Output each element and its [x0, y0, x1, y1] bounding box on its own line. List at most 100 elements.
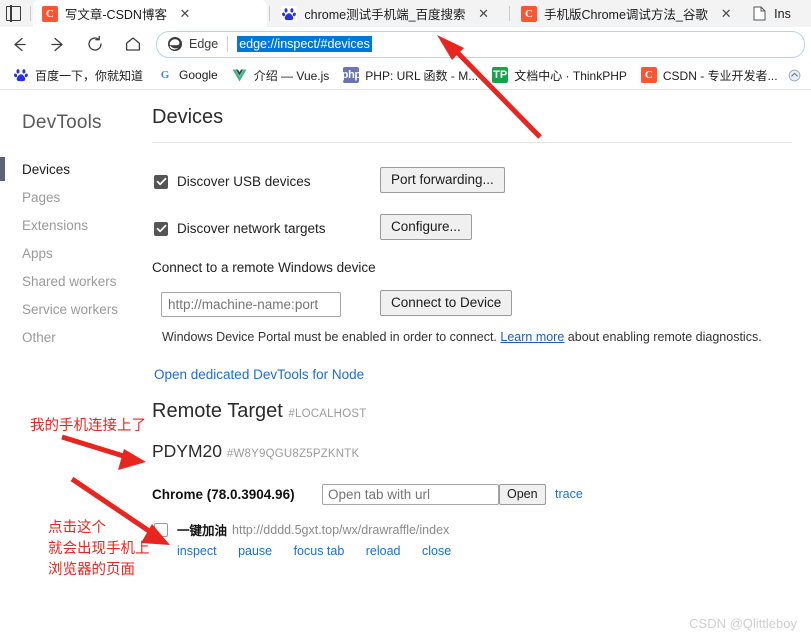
bookmark-label: 文档中心 · ThinkPHP — [514, 68, 627, 83]
bookmarks-bar: 百度一下，你就知道 G Google 介绍 — Vue.js php PHP: … — [0, 61, 811, 90]
remote-target-title: Remote Target — [152, 400, 283, 422]
sidebar-item-label: Service workers — [22, 301, 119, 317]
thinkphp-icon: TP — [492, 67, 509, 83]
reload-button[interactable] — [76, 29, 114, 59]
checkbox-checked-icon[interactable] — [154, 174, 168, 189]
sidebar-item-extensions[interactable]: Extensions — [0, 211, 150, 239]
forward-button[interactable] — [38, 29, 76, 59]
page-title: Devices — [152, 106, 224, 128]
sidebar-item-label: Apps — [22, 245, 53, 261]
sidebar-item-pages[interactable]: Pages — [0, 183, 150, 211]
sidebar-item-devices[interactable]: Devices — [0, 155, 150, 183]
checkbox-checked-icon[interactable] — [154, 221, 168, 236]
close-link[interactable]: close — [422, 544, 451, 558]
vue-icon — [232, 67, 248, 83]
tab-2[interactable]: C 手机版Chrome调试方法_谷歌浏 ✕ — [512, 0, 739, 27]
address-bar-url[interactable]: edge://inspect/#devices — [237, 36, 372, 52]
device-hash: #W8Y9QGU8Z5PZKNTK — [226, 448, 360, 460]
machine-name-input[interactable] — [161, 292, 341, 317]
device-portal-note: Windows Device Portal must be enabled in… — [162, 330, 762, 344]
remote-target-hash: #LOCALHOST — [288, 408, 367, 420]
open-tab-url-input[interactable] — [322, 484, 499, 505]
browser-window: C 写文章-CSDN博客 ✕ chrome测试手机端_百度搜索 ✕ C 手机版C… — [0, 0, 811, 643]
sidebar-item-apps[interactable]: Apps — [0, 239, 150, 267]
inspect-link[interactable]: inspect — [177, 544, 217, 558]
bookmark-label: PHP: URL 函数 - M... — [365, 68, 479, 83]
tab-list-icon — [6, 5, 22, 22]
sidebar-item-label: Extensions — [22, 217, 89, 233]
sidebar-item-shared-workers[interactable]: Shared workers — [0, 267, 150, 295]
tab-divider — [509, 6, 510, 21]
bookmark-item-partial[interactable] — [785, 63, 811, 87]
configure-button[interactable]: Configure... — [380, 214, 472, 240]
bookmark-label: 介绍 — Vue.js — [253, 68, 330, 83]
google-icon: G — [160, 69, 170, 81]
bookmark-label: CSDN - 专业开发者... — [662, 68, 778, 83]
discover-usb-label: Discover USB devices — [177, 174, 311, 189]
tab-close-button[interactable]: ✕ — [176, 5, 194, 23]
open-node-devtools-link[interactable]: Open dedicated DevTools for Node — [154, 367, 364, 382]
annotation-device-connected: 我的手机连接上了 — [30, 418, 146, 434]
sidebar-nav-list: Devices Pages Extensions Apps Shared wor… — [0, 155, 150, 351]
home-button[interactable] — [114, 29, 152, 59]
bookmark-item[interactable]: G Google — [150, 63, 225, 87]
open-tab-button[interactable]: Open — [499, 484, 546, 505]
learn-more-link[interactable]: Learn more — [500, 330, 564, 344]
bookmark-label: 百度一下，你就知道 — [35, 68, 144, 83]
sidebar-item-label: Other — [22, 329, 56, 345]
watermark: CSDN @Qlittleboy — [689, 616, 797, 631]
tab-title: chrome测试手机端_百度搜索 — [304, 8, 466, 22]
target-actions: inspect pause focus tab reload close — [177, 542, 468, 560]
tab-close-button[interactable]: ✕ — [717, 5, 735, 23]
address-bar-divider — [227, 36, 229, 52]
bookmark-item[interactable]: C CSDN - 专业开发者... — [634, 63, 785, 87]
baidu-icon — [281, 5, 298, 22]
sidebar-item-service-workers[interactable]: Service workers — [0, 295, 150, 323]
tab-title: 写文章-CSDN博客 — [64, 8, 167, 22]
discover-usb-row[interactable]: Discover USB devices — [154, 174, 311, 189]
back-button[interactable] — [0, 29, 38, 59]
trace-link[interactable]: trace — [555, 487, 583, 501]
device-portal-note-after: about enabling remote diagnostics. — [564, 330, 762, 344]
tab-list-button[interactable] — [0, 0, 28, 27]
discover-network-label: Discover network targets — [177, 221, 326, 236]
pause-link[interactable]: pause — [238, 544, 272, 558]
edge-logo-icon — [167, 36, 183, 52]
port-forwarding-button[interactable]: Port forwarding... — [380, 167, 505, 193]
partial-bookmark-icon — [787, 67, 803, 83]
csdn-icon: C — [41, 5, 58, 22]
tab-title: 手机版Chrome调试方法_谷歌浏 — [543, 8, 709, 22]
tab-3[interactable]: Ins — [739, 0, 811, 27]
device-heading: PDYM20 #W8Y9QGU8Z5PZKNTK — [152, 441, 359, 462]
target-title: 一键加油 — [177, 524, 228, 538]
checkbox-unchecked-icon[interactable] — [154, 522, 168, 537]
address-bar-badge: Edge — [189, 37, 219, 51]
csdn-icon: C — [640, 67, 657, 83]
bookmark-item[interactable]: 百度一下，你就知道 — [6, 63, 150, 87]
device-name: PDYM20 — [152, 441, 223, 461]
tab-close-button[interactable]: ✕ — [475, 5, 493, 23]
navigation-toolbar: Edge edge://inspect/#devices — [0, 27, 811, 61]
tab-1[interactable]: chrome测试手机端_百度搜索 ✕ — [272, 0, 507, 27]
devtools-brand: DevTools — [22, 112, 102, 133]
sidebar-item-other[interactable]: Other — [0, 323, 150, 351]
tab-0[interactable]: C 写文章-CSDN博客 ✕ — [32, 0, 268, 27]
document-icon — [751, 6, 767, 22]
focus-tab-link[interactable]: focus tab — [294, 544, 345, 558]
sidebar-item-label: Devices — [22, 161, 71, 177]
annotation-click-this: 点击这个 就会出现手机上 浏览器的页面 — [48, 520, 150, 578]
browser-version-label: Chrome (78.0.3904.96) — [152, 487, 295, 502]
bookmark-item[interactable]: 介绍 — Vue.js — [225, 63, 337, 87]
devtools-content: Devices Discover USB devices Port forwar… — [150, 90, 811, 643]
discover-network-row[interactable]: Discover network targets — [154, 221, 326, 236]
bookmark-item[interactable]: TP 文档中心 · ThinkPHP — [485, 63, 634, 87]
address-bar[interactable]: Edge edge://inspect/#devices — [156, 30, 805, 58]
remote-target-heading: Remote Target #LOCALHOST — [152, 400, 366, 423]
tab-strip: C 写文章-CSDN博客 ✕ chrome测试手机端_百度搜索 ✕ C 手机版C… — [0, 0, 811, 27]
php-icon: php — [343, 67, 360, 83]
bookmark-item[interactable]: php PHP: URL 函数 - M... — [336, 63, 485, 87]
connect-to-device-button[interactable]: Connect to Device — [380, 290, 513, 316]
reload-link[interactable]: reload — [366, 544, 401, 558]
tab-divider — [269, 6, 271, 21]
target-url: http://dddd.5gxt.top/wx/drawraffle/index — [232, 522, 450, 537]
